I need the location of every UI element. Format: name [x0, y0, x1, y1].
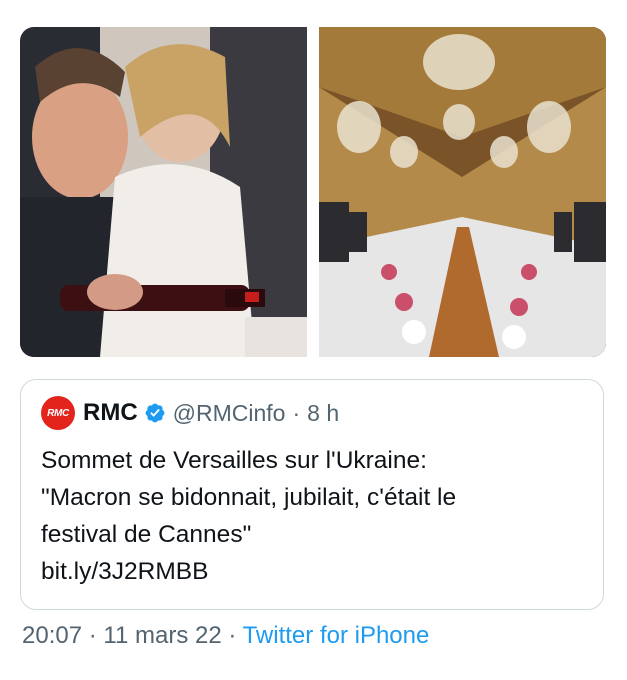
- quoted-tweet-link[interactable]: bit.ly/3J2RMBB: [41, 553, 586, 590]
- photo-hall-of-mirrors[interactable]: [319, 27, 606, 357]
- verified-badge-icon: [145, 403, 165, 423]
- photo-dinner-wine-image: [20, 27, 307, 357]
- author-handle[interactable]: @RMCinfo: [173, 400, 286, 427]
- tweet-time-ago[interactable]: 8 h: [307, 400, 339, 427]
- rmc-logo-avatar[interactable]: RMC: [41, 396, 75, 430]
- quoted-tweet-line-3: festival de Cannes": [41, 521, 252, 548]
- tweet-source-link[interactable]: Twitter for iPhone: [243, 622, 430, 649]
- quoted-tweet-text: Sommet de Versailles sur l'Ukraine: "Mac…: [41, 442, 586, 590]
- quoted-tweet-line-1: Sommet de Versailles sur l'Ukraine:: [41, 447, 427, 474]
- author-name[interactable]: RMC: [83, 399, 138, 427]
- separator-dot: ·: [292, 399, 301, 426]
- photo-hall-of-mirrors-image: [319, 27, 606, 357]
- tweet-time[interactable]: 20:07: [22, 622, 82, 649]
- photo-dinner-wine[interactable]: [20, 27, 307, 357]
- tweet-date[interactable]: 11 mars 22: [103, 622, 221, 649]
- tweet-media: [20, 27, 606, 357]
- separator-dot: ·: [228, 622, 237, 649]
- quoted-tweet-header: RMC RMC @RMCinfo · 8 h: [41, 396, 339, 430]
- quoted-tweet-card[interactable]: RMC RMC @RMCinfo · 8 h Sommet de Versail…: [20, 379, 604, 610]
- tweet-metadata-footer: 20:07 · 11 mars 22 · Twitter for iPhone: [22, 622, 429, 650]
- separator-dot: ·: [88, 622, 97, 649]
- quoted-tweet-line-2: "Macron se bidonnait, jubilait, c'était …: [41, 484, 457, 511]
